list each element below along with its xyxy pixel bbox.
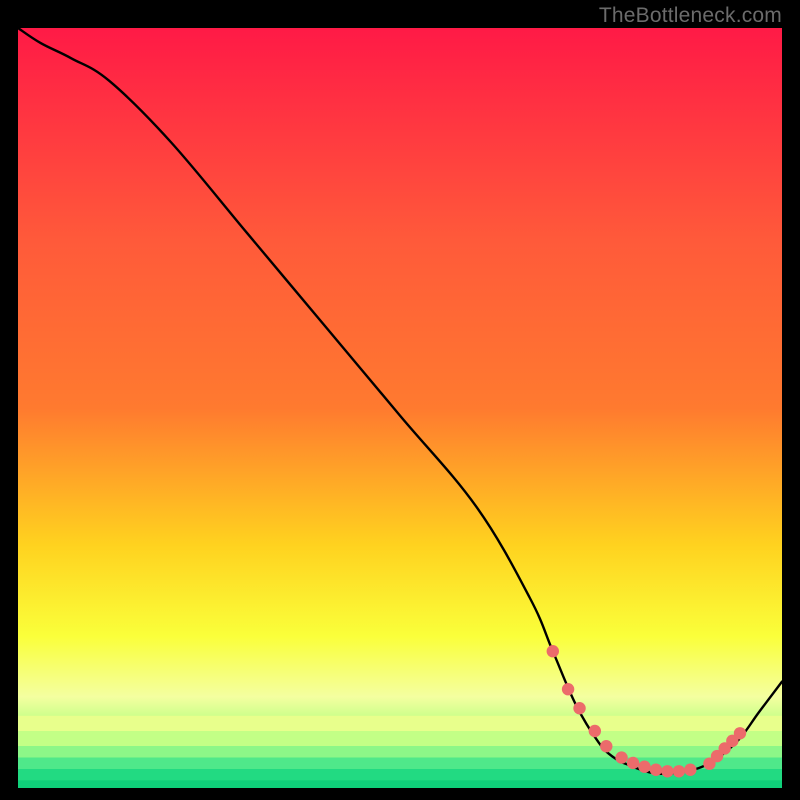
plot-area <box>18 28 782 788</box>
gradient-background <box>18 28 782 788</box>
data-dot <box>673 765 685 777</box>
data-dot <box>600 740 612 752</box>
attribution-text: TheBottleneck.com <box>599 4 782 28</box>
data-dot <box>638 761 650 773</box>
data-dot <box>627 757 639 769</box>
color-band <box>18 731 782 746</box>
chart-container: TheBottleneck.com <box>0 0 800 800</box>
color-band <box>18 746 782 757</box>
data-dot <box>547 645 559 657</box>
data-dot <box>684 764 696 776</box>
data-dot <box>661 765 673 777</box>
data-dot <box>589 725 601 737</box>
data-dot <box>573 702 585 714</box>
data-dot <box>650 764 662 776</box>
data-dot <box>562 683 574 695</box>
chart-svg <box>18 28 782 788</box>
color-band <box>18 780 782 788</box>
data-dot <box>615 751 627 763</box>
color-band <box>18 716 782 731</box>
data-dot <box>734 727 746 739</box>
